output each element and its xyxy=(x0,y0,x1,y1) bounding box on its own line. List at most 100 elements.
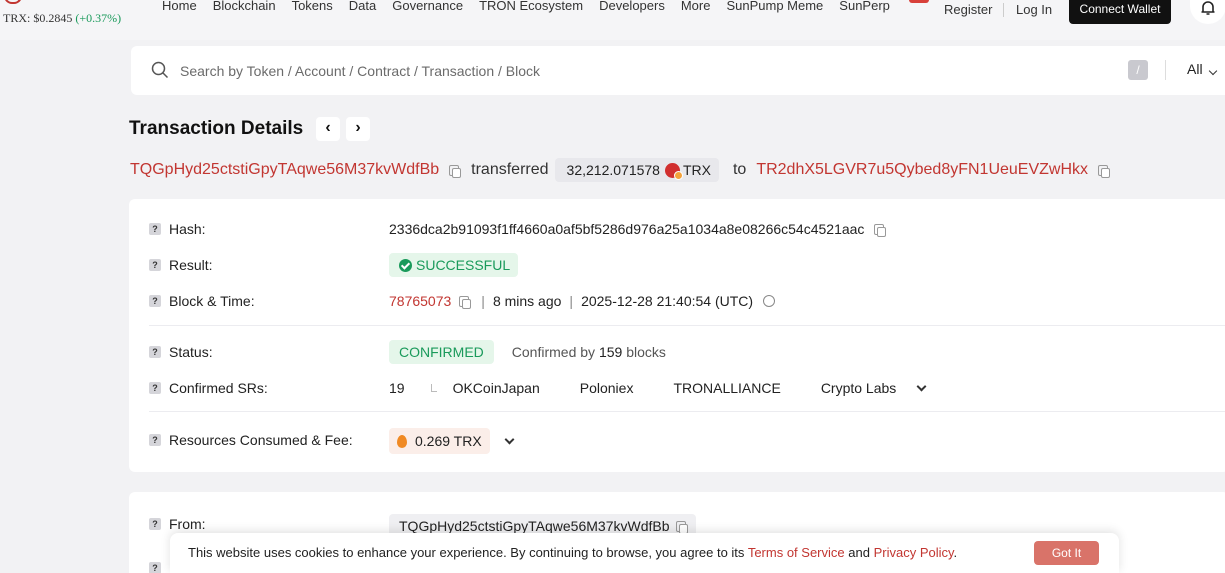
nav-home[interactable]: Home xyxy=(162,0,197,13)
check-icon xyxy=(399,258,412,272)
help-icon[interactable]: ? xyxy=(149,434,161,446)
divider: | xyxy=(569,293,574,309)
sr-item[interactable]: TRONALLIANCE xyxy=(673,380,780,396)
help-icon[interactable]: ? xyxy=(149,562,161,573)
copy-icon[interactable] xyxy=(1098,164,1111,178)
copy-icon[interactable] xyxy=(675,520,688,534)
sr-item[interactable]: Poloniex xyxy=(580,380,634,396)
fee-row: ? Resources Consumed & Fee: xyxy=(149,432,353,448)
help-icon[interactable]: ? xyxy=(149,259,161,271)
help-icon[interactable]: ? xyxy=(149,346,161,358)
previous-transaction-button[interactable]: ‹ xyxy=(316,117,340,141)
nav-blockchain[interactable]: Blockchain xyxy=(213,0,276,13)
confirmed-by-prefix: Confirmed by xyxy=(511,344,596,360)
amount-value: 32,212.071578 xyxy=(566,162,660,178)
fee-value: 0.269 TRX xyxy=(389,428,515,454)
search-bar: / All xyxy=(131,46,1225,95)
hash-value: 2336dca2b91093f1ff4660a0af5bf5286d976a25… xyxy=(389,221,896,237)
notifications-button[interactable] xyxy=(1190,0,1225,24)
hash-label: Hash: xyxy=(169,221,206,237)
from-address-link[interactable]: TQGpHyd25ctstiGpyTAqwe56M37kvWdfBb xyxy=(130,161,439,179)
result-value: SUCCESSFUL xyxy=(389,253,519,277)
privacy-policy-link[interactable]: Privacy Policy xyxy=(874,545,954,560)
expand-fee-chevron-down-icon[interactable] xyxy=(504,434,515,444)
confirmed-badge: CONFIRMED xyxy=(389,340,494,364)
sr-item[interactable]: OKCoinJapan xyxy=(453,380,540,396)
tron-logo-icon[interactable] xyxy=(4,0,22,4)
from-row: ? From: xyxy=(149,516,206,532)
search-icon xyxy=(151,61,169,79)
transferred-label: transferred xyxy=(471,161,549,178)
nav-tron-ecosystem[interactable]: TRON Ecosystem xyxy=(479,0,583,13)
nav-sunperp[interactable]: SunPerp xyxy=(839,0,945,13)
nav-tokens[interactable]: Tokens xyxy=(292,0,333,13)
expand-srs-chevron-down-icon[interactable] xyxy=(916,381,927,391)
from-address[interactable]: TQGpHyd25ctstiGpyTAqwe56M37kvWdfBb xyxy=(399,518,670,534)
help-icon[interactable]: ? xyxy=(149,518,161,530)
cookie-and: and xyxy=(848,545,870,560)
accept-cookies-button[interactable]: Got It xyxy=(1034,541,1099,565)
to-address-link[interactable]: TR2dhX5LGVR7u5Qybed8yFN1UeuEVZwHkx xyxy=(756,161,1088,179)
nav-governance[interactable]: Governance xyxy=(392,0,463,13)
section-divider xyxy=(149,325,1225,326)
search-shortcut-key: / xyxy=(1128,60,1148,80)
hash-row: ? Hash: xyxy=(149,221,206,237)
cookie-period: . xyxy=(953,545,958,560)
terms-of-service-link[interactable]: Terms of Service xyxy=(748,545,845,560)
confirmed-srs-row: ? Confirmed SRs: xyxy=(149,380,268,396)
fee-badge: 0.269 TRX xyxy=(389,428,490,454)
next-row: ? xyxy=(149,562,169,573)
search-divider xyxy=(1165,60,1166,80)
block-label: Block & Time: xyxy=(169,293,255,309)
confirmed-by-suffix: blocks xyxy=(626,344,666,360)
cookie-banner: This website uses cookies to enhance you… xyxy=(170,533,1119,573)
flame-icon xyxy=(397,434,407,448)
chevron-down-icon xyxy=(1209,66,1218,76)
search-input[interactable] xyxy=(180,60,880,82)
block-row: ? Block & Time: xyxy=(149,293,255,309)
copy-icon[interactable] xyxy=(449,164,462,178)
nav-developers[interactable]: Developers xyxy=(599,0,665,13)
result-row: ? Result: xyxy=(149,257,213,273)
new-badge xyxy=(908,0,929,3)
transfer-summary: TQGpHyd25ctstiGpyTAqwe56M37kvWdfBb trans… xyxy=(130,157,1120,183)
block-timestamp: 2025-12-28 21:40:54 (UTC) xyxy=(581,293,754,309)
cookie-message: This website uses cookies to enhance you… xyxy=(188,545,957,560)
block-value: 78765073 | 8 mins ago | 2025-12-28 21:40… xyxy=(389,293,776,309)
help-icon[interactable]: ? xyxy=(149,295,161,307)
status-row: ? Status: xyxy=(149,344,213,360)
register-link[interactable]: Register xyxy=(944,2,992,17)
copy-icon[interactable] xyxy=(459,295,472,309)
nav-more[interactable]: More xyxy=(681,0,711,13)
fee-amount: 0.269 TRX xyxy=(415,433,482,449)
nav-sunperp-label: SunPerp xyxy=(839,0,890,13)
status-label: Status: xyxy=(169,344,213,360)
nav-data[interactable]: Data xyxy=(349,0,376,13)
confirmed-count: 159 xyxy=(598,344,623,360)
search-scope-label: All xyxy=(1187,61,1203,77)
next-transaction-button[interactable]: › xyxy=(346,117,370,141)
login-link[interactable]: Log In xyxy=(1016,2,1052,17)
sr-count: 19 xyxy=(389,380,405,396)
transaction-details-card: ? Hash: 2336dca2b91093f1ff4660a0af5bf528… xyxy=(129,199,1225,472)
block-number-link[interactable]: 78765073 xyxy=(389,293,451,309)
help-icon[interactable]: ? xyxy=(149,382,161,394)
result-label: Result: xyxy=(169,257,213,273)
trx-price-label: TRX: $0.2845 xyxy=(3,11,73,25)
main-nav: Home Blockchain Tokens Data Governance T… xyxy=(162,0,961,13)
search-scope-select[interactable]: All xyxy=(1187,61,1218,77)
hash-text: 2336dca2b91093f1ff4660a0af5bf5286d976a25… xyxy=(389,221,865,237)
nav-sunpump-meme[interactable]: SunPump Meme xyxy=(726,0,823,13)
amount-token[interactable]: TRX xyxy=(683,162,711,178)
copy-icon[interactable] xyxy=(874,223,887,237)
trx-price-change: (+0.37%) xyxy=(75,11,122,25)
confirmed-srs-value: 19 OKCoinJapan Poloniex TRONALLIANCE Cry… xyxy=(389,380,927,396)
help-icon[interactable]: ? xyxy=(149,223,161,235)
connect-wallet-button[interactable]: Connect Wallet xyxy=(1069,0,1171,24)
clock-icon[interactable] xyxy=(763,295,776,307)
divider: | xyxy=(481,293,485,309)
trx-price: TRX: $0.2845 (+0.37%) xyxy=(3,11,121,26)
bell-icon xyxy=(1201,1,1215,15)
sr-item[interactable]: Crypto Labs xyxy=(821,380,896,396)
cookie-text: This website uses cookies to enhance you… xyxy=(188,545,745,560)
